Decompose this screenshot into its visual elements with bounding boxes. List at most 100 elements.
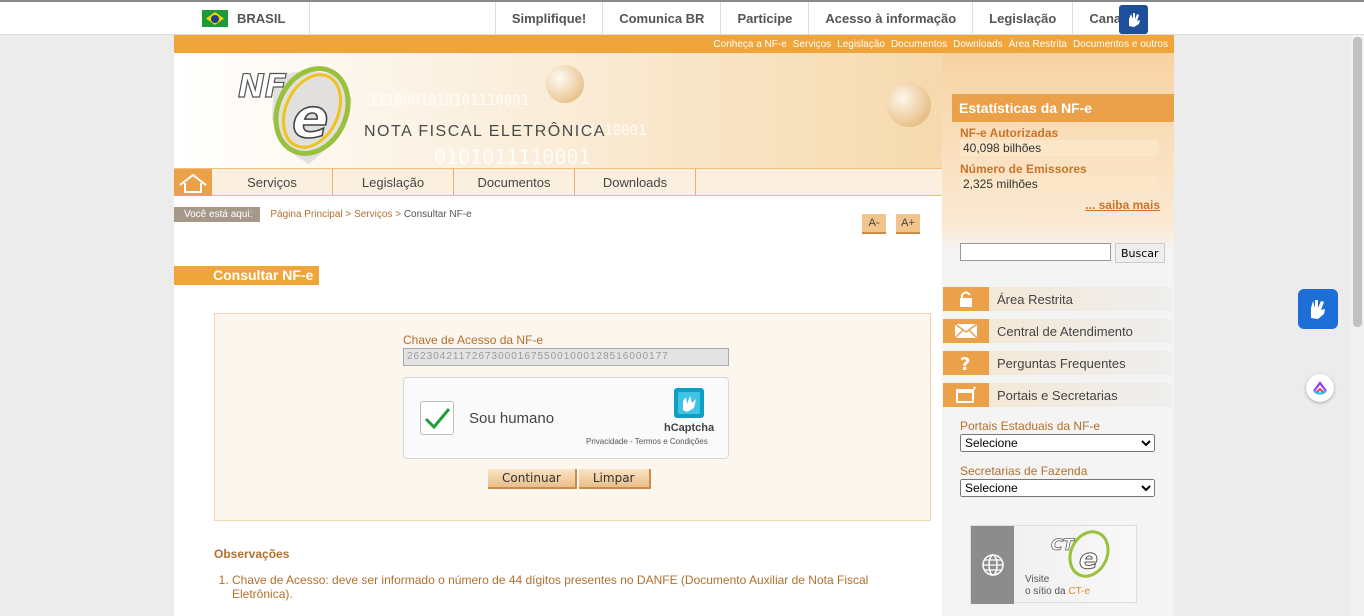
- toplink-downloads[interactable]: Downloads: [953, 39, 1002, 50]
- saiba-mais-link[interactable]: ... saiba mais: [960, 198, 1166, 212]
- captcha-brand: hCaptcha: [664, 422, 715, 434]
- side-link-area-restrita[interactable]: Área Restrita: [943, 287, 1173, 311]
- search-button[interactable]: Buscar: [1115, 243, 1165, 263]
- nav-documentos[interactable]: Documentos: [454, 169, 575, 195]
- access-key-label: Chave de Acesso da NF-e: [403, 333, 544, 347]
- banner-orb: [887, 83, 931, 127]
- fazenda-select[interactable]: Selecione: [960, 479, 1155, 497]
- list-item: Chave de Acesso: deve ser informado o nú…: [232, 573, 892, 601]
- gov-bar: BRASIL Simplifique! Comunica BR Particip…: [0, 0, 1364, 35]
- scrollbar-thumb[interactable]: [1353, 37, 1362, 327]
- banner-title: NOTA FISCAL ELETRÔNICA: [364, 123, 606, 140]
- gov-links: Simplifique! Comunica BR Participe Acess…: [494, 2, 1148, 35]
- gov-link-participe[interactable]: Participe: [720, 2, 808, 35]
- observations-list: Chave de Acesso: deve ser informado o nú…: [232, 573, 892, 601]
- side-link-label: Perguntas Frequentes: [997, 355, 1126, 371]
- brazil-flag-icon: [202, 10, 228, 27]
- checkmark-icon: [424, 408, 451, 430]
- nav-downloads[interactable]: Downloads: [575, 169, 696, 195]
- clear-button[interactable]: Limpar: [578, 469, 651, 489]
- continue-button[interactable]: Continuar: [488, 469, 577, 489]
- gov-brasil-link[interactable]: BRASIL: [190, 2, 310, 35]
- state-portals-select[interactable]: Selecione: [960, 434, 1155, 452]
- observations-title: Observações: [214, 547, 290, 561]
- breadcrumb-path: Página Principal > Serviços > Consultar …: [270, 209, 471, 220]
- gov-link-legislacao[interactable]: Legislação: [972, 2, 1072, 35]
- toplink-servicos[interactable]: Serviços: [793, 39, 831, 50]
- side-link-label: Portais e Secretarias: [997, 387, 1118, 403]
- logo-nf-text: NF: [238, 67, 287, 105]
- nfe-logo[interactable]: NF e: [234, 59, 364, 168]
- banner-binary: 0101011110001: [434, 145, 591, 168]
- breadcrumb-servicos[interactable]: Serviços: [354, 209, 392, 220]
- top-links: Conheça a NF-e Serviços Legislação Docum…: [174, 35, 1174, 53]
- breadcrumb-sep: >: [342, 209, 355, 220]
- cte-logo-text: CT: [1051, 535, 1075, 554]
- home-icon[interactable]: [174, 169, 212, 196]
- stat-authorized-value: 40,098 bilhões: [960, 140, 1158, 156]
- svg-text:?: ?: [960, 354, 970, 373]
- page-container: Conheça a NF-e Serviços Legislação Docum…: [174, 35, 1174, 616]
- gov-link-acesso-informacao[interactable]: Acesso à informação: [808, 2, 972, 35]
- breadcrumb-home[interactable]: Página Principal: [270, 209, 342, 220]
- nav-legislacao[interactable]: Legislação: [333, 169, 454, 195]
- cte-logo: CT e: [1051, 530, 1110, 578]
- toplink-area-restrita[interactable]: Área Restrita: [1009, 39, 1067, 50]
- breadcrumb-sep: >: [392, 209, 404, 220]
- font-increase-button[interactable]: A+: [896, 214, 920, 234]
- portais-section: Portais Estaduais da NF-e Selecione Secr…: [960, 419, 1155, 509]
- font-decrease-button[interactable]: A-: [862, 214, 886, 234]
- stats-title: Estatísticas da NF-e: [952, 94, 1174, 122]
- side-link-atendimento[interactable]: Central de Atendimento: [943, 319, 1173, 343]
- state-portals-label: Portais Estaduais da NF-e: [960, 419, 1101, 433]
- page-title: Consultar NF-e: [174, 266, 319, 285]
- envelope-icon: [943, 319, 989, 343]
- header-banner: 1110001010101110001 01110001 01010111100…: [174, 53, 942, 168]
- lock-icon: [943, 287, 989, 311]
- stat-issuers-label: Número de Emissores: [960, 162, 1087, 176]
- search-box: Buscar: [960, 243, 1165, 263]
- toplink-legislacao[interactable]: Legislação: [837, 39, 885, 50]
- nav-servicos[interactable]: Serviços: [212, 169, 333, 195]
- cte-line1: Visite: [1025, 574, 1050, 585]
- side-link-faq[interactable]: ? Perguntas Frequentes: [943, 351, 1173, 375]
- captcha-links[interactable]: Privacidade - Termos e Condições: [586, 437, 708, 446]
- cte-banner[interactable]: CT e Visite o sítio da CT-e: [970, 525, 1137, 604]
- breadcrumb-current: Consultar NF-e: [403, 209, 472, 220]
- fazenda-label: Secretarias de Fazenda: [960, 464, 1088, 478]
- breadcrumb-label: Você está aqui:: [174, 207, 261, 222]
- search-input[interactable]: [960, 243, 1111, 261]
- side-links: Área Restrita Central de Atendimento ? P…: [943, 287, 1173, 415]
- logo-e-text: e: [292, 87, 329, 150]
- sign-language-icon[interactable]: [1119, 5, 1148, 34]
- hcaptcha-logo-icon: [674, 388, 704, 418]
- cte-text: Visite o sítio da CT-e: [1025, 574, 1090, 598]
- stat-issuers-value: 2,325 milhões: [960, 176, 1158, 192]
- cte-logo-e: e: [1079, 542, 1098, 575]
- side-link-portais[interactable]: Portais e Secretarias: [943, 383, 1173, 407]
- captcha-checkbox[interactable]: [420, 401, 454, 435]
- vertical-scrollbar[interactable]: [1351, 35, 1364, 616]
- banner-orb: [546, 65, 584, 103]
- side-link-label: Área Restrita: [997, 291, 1073, 307]
- gov-link-comunica-br[interactable]: Comunica BR: [602, 2, 720, 35]
- access-key-input[interactable]: 2623042117267300016755001000128516000177: [403, 348, 729, 366]
- window-icon: [943, 383, 989, 407]
- cte-line2: o sítio da: [1025, 586, 1069, 597]
- cte-link[interactable]: CT-e: [1068, 586, 1090, 597]
- toplink-documentos[interactable]: Documentos: [891, 39, 947, 50]
- stat-authorized-label: NF-e Autorizadas: [960, 126, 1059, 140]
- banner-binary: 1110001010101110001: [369, 93, 530, 109]
- vlibras-icon[interactable]: [1298, 289, 1338, 329]
- toplink-conheca[interactable]: Conheça a NF-e: [713, 39, 786, 50]
- toplink-documentos-outros[interactable]: Documentos e outros: [1073, 39, 1168, 50]
- side-link-label: Central de Atendimento: [997, 323, 1133, 339]
- hcaptcha-widget: Sou humano hCaptcha Privacidade - Termos…: [403, 377, 729, 459]
- stats-panel: Estatísticas da NF-e NF-e Autorizadas 40…: [952, 94, 1174, 220]
- loop-extension-icon[interactable]: [1306, 374, 1334, 402]
- form-buttons: Continuar Limpar: [488, 469, 651, 489]
- font-size-controls: A- A+: [862, 214, 920, 234]
- gov-link-simplifique[interactable]: Simplifique!: [494, 2, 602, 35]
- globe-icon: [971, 526, 1014, 604]
- main-nav: Serviços Legislação Documentos Downloads: [174, 168, 942, 196]
